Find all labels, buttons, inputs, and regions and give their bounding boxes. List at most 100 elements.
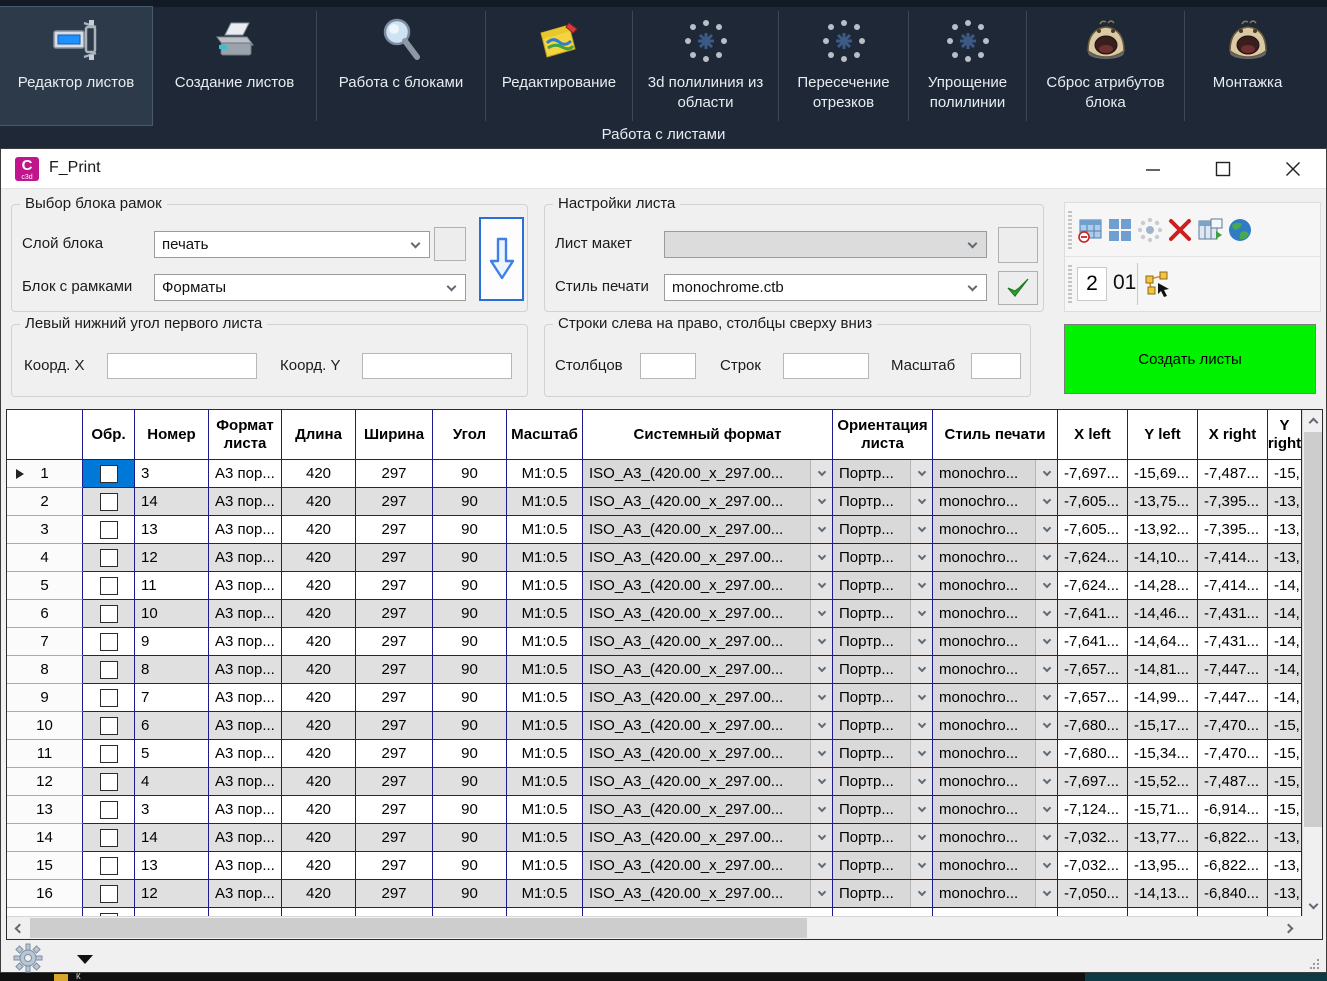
column-header-Обр.[interactable]: Обр. — [83, 410, 135, 460]
red-x-icon[interactable] — [1167, 217, 1193, 243]
cell-number[interactable]: 7 — [135, 684, 209, 712]
cell-orientation[interactable]: Портр... — [833, 880, 933, 908]
cell-y-right[interactable]: -13, — [1268, 852, 1302, 880]
cell-orientation[interactable]: Портр... — [833, 768, 933, 796]
checkbox[interactable] — [100, 801, 118, 819]
cell-y-left[interactable]: -14,10... — [1128, 544, 1198, 572]
chevron-down-icon[interactable] — [1035, 572, 1057, 599]
cell-length[interactable]: 420 — [282, 796, 356, 824]
chevron-down-icon[interactable] — [810, 516, 832, 543]
cell-scale[interactable]: М1:0.5 — [507, 628, 583, 656]
cell-orientation[interactable]: Портр... — [833, 740, 933, 768]
cell-x-right[interactable]: -7,470... — [1198, 712, 1268, 740]
process-checkbox-cell[interactable] — [83, 544, 135, 572]
cell-x-left[interactable]: -7,680... — [1058, 712, 1128, 740]
cell-format[interactable]: А3 пор... — [209, 852, 282, 880]
cell-orientation[interactable]: Портр... — [833, 516, 933, 544]
cell-format[interactable]: А3 пор... — [209, 740, 282, 768]
cell-number[interactable]: 6 — [135, 712, 209, 740]
checkbox[interactable] — [100, 577, 118, 595]
cell-number[interactable]: 9 — [135, 628, 209, 656]
cell-system-format[interactable]: ISO_A3_(420.00_x_297.00... — [583, 628, 833, 656]
ribbon-button-1[interactable]: Редактор листов — [0, 7, 152, 125]
chevron-down-icon[interactable] — [910, 488, 932, 515]
process-checkbox-cell[interactable] — [83, 712, 135, 740]
column-header-rowselector[interactable] — [7, 410, 83, 460]
chevron-down-icon[interactable] — [910, 516, 932, 543]
checkbox[interactable] — [100, 745, 118, 763]
row-header[interactable]: 9 — [7, 684, 83, 712]
cell-y-right[interactable]: -15, — [1268, 460, 1302, 488]
row-header[interactable]: 11 — [7, 740, 83, 768]
cell-orientation[interactable]: Портр... — [833, 544, 933, 572]
cell-width[interactable]: 297 — [356, 880, 433, 908]
cell-format[interactable]: А3 пор... — [209, 516, 282, 544]
cell-width[interactable]: 297 — [356, 516, 433, 544]
layer-pick-button[interactable] — [434, 227, 466, 261]
cell-print-style[interactable]: monochro... — [933, 460, 1058, 488]
cell-width[interactable]: 297 — [356, 600, 433, 628]
chevron-down-icon[interactable] — [1035, 544, 1057, 571]
cell-angle[interactable]: 90 — [433, 516, 507, 544]
chevron-down-icon[interactable] — [1035, 852, 1057, 879]
cell-x-right[interactable]: -7,447... — [1198, 684, 1268, 712]
layer-combo[interactable]: печать — [154, 231, 430, 258]
cell-y-right[interactable]: -13, — [1268, 488, 1302, 516]
cell-y-right[interactable]: -14, — [1268, 628, 1302, 656]
scroll-up-button[interactable] — [1303, 410, 1323, 431]
process-checkbox-cell[interactable] — [83, 600, 135, 628]
cell-y-right[interactable]: -14, — [1268, 572, 1302, 600]
cell-angle[interactable]: 90 — [433, 460, 507, 488]
cell-angle[interactable]: 90 — [433, 712, 507, 740]
chevron-down-icon[interactable] — [910, 600, 932, 627]
cell-x-right[interactable]: -7,414... — [1198, 572, 1268, 600]
cell-angle[interactable]: 90 — [433, 852, 507, 880]
row-header[interactable]: 8 — [7, 656, 83, 684]
cell-y-left[interactable]: -13,75... — [1128, 488, 1198, 516]
cell-scale[interactable]: М1:0.5 — [507, 796, 583, 824]
cell-y-right[interactable]: -13, — [1268, 516, 1302, 544]
checkbox[interactable] — [100, 549, 118, 567]
cell-orientation[interactable]: Портр... — [833, 628, 933, 656]
cell-y-left[interactable]: -13,92... — [1128, 516, 1198, 544]
cell-orientation[interactable]: Портр... — [833, 460, 933, 488]
row-header[interactable]: 7 — [7, 628, 83, 656]
checkbox[interactable] — [100, 885, 118, 903]
cell-system-format[interactable]: ISO_A3_(420.00_x_297.00... — [583, 768, 833, 796]
scroll-down-button[interactable] — [1303, 895, 1323, 916]
cell-width[interactable]: 297 — [356, 852, 433, 880]
spinner-icon[interactable] — [1137, 217, 1163, 243]
cell-length[interactable]: 420 — [282, 516, 356, 544]
chevron-down-icon[interactable] — [810, 824, 832, 851]
cell-length[interactable]: 420 — [282, 488, 356, 516]
cell-format[interactable]: А3 пор... — [209, 628, 282, 656]
cell-format[interactable]: А3 пор... — [209, 544, 282, 572]
scale-input[interactable] — [971, 353, 1021, 379]
cell-angle[interactable]: 90 — [433, 656, 507, 684]
cell-print-style[interactable]: monochro... — [933, 544, 1058, 572]
layout-pick-button[interactable] — [998, 227, 1038, 263]
chevron-down-icon[interactable] — [910, 572, 932, 599]
cell-orientation[interactable]: Портр... — [833, 712, 933, 740]
cell-number[interactable]: 14 — [135, 488, 209, 516]
cell-length[interactable]: 420 — [282, 656, 356, 684]
cell-x-right[interactable]: -7,395... — [1198, 516, 1268, 544]
cell-print-style[interactable]: monochro... — [933, 796, 1058, 824]
ribbon-button-6[interactable]: Пересечение отрезков — [779, 7, 908, 125]
toolbar-grip[interactable] — [1068, 211, 1072, 249]
cell-orientation[interactable]: Портр... — [833, 572, 933, 600]
cell-x-left[interactable]: -7,624... — [1058, 544, 1128, 572]
row-header[interactable]: 14 — [7, 824, 83, 852]
process-checkbox-cell[interactable] — [83, 460, 135, 488]
cell-system-format[interactable]: ISO_A3_(420.00_x_297.00... — [583, 572, 833, 600]
cell-y-right[interactable]: -14, — [1268, 684, 1302, 712]
chevron-down-icon[interactable] — [810, 460, 832, 487]
coord-x-input[interactable] — [107, 353, 257, 379]
cell-system-format[interactable]: ISO_A3_(420.00_x_297.00... — [583, 740, 833, 768]
maximize-button[interactable] — [1200, 149, 1246, 189]
chevron-down-icon[interactable] — [810, 544, 832, 571]
cell-x-left[interactable]: -7,641... — [1058, 600, 1128, 628]
ribbon-tab-work-with-sheets[interactable]: Работа с листами — [0, 125, 1327, 148]
cell-scale[interactable]: М1:0.5 — [507, 488, 583, 516]
table-export-icon[interactable] — [1197, 217, 1223, 243]
